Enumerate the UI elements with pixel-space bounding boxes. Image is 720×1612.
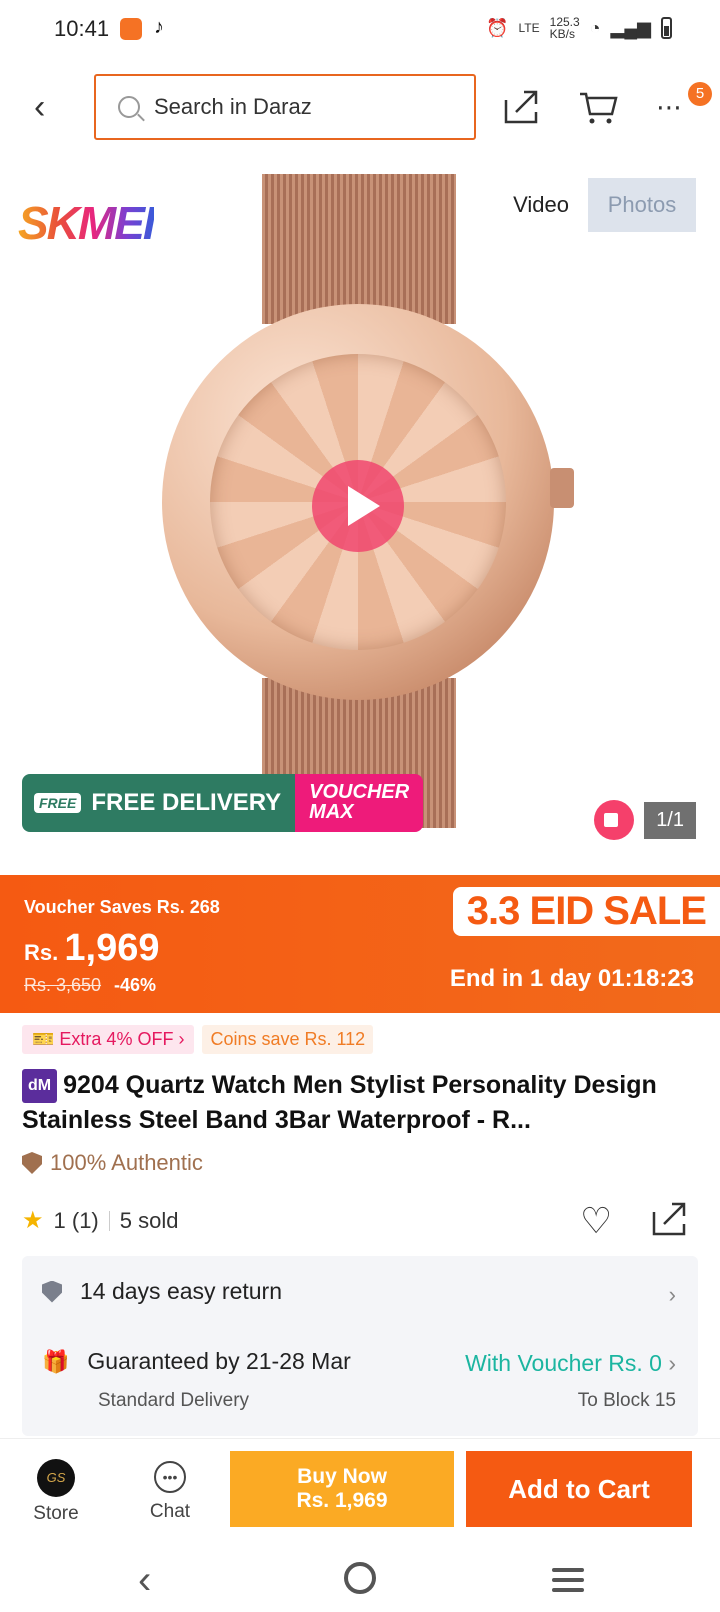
search-icon — [118, 96, 140, 118]
battery-icon — [661, 17, 672, 39]
back-arrow-icon[interactable]: ‹ — [34, 90, 45, 124]
system-nav-bar: ‹ — [0, 1548, 720, 1612]
daraz-app-icon — [120, 18, 142, 40]
store-avatar: GS — [37, 1459, 75, 1497]
ticket-icon: 🎫 — [32, 1029, 60, 1049]
delivery-type: Standard Delivery — [98, 1390, 250, 1411]
buy-now-button[interactable]: Buy Now Rs. 1,969 — [230, 1451, 454, 1527]
share-icon[interactable] — [502, 86, 542, 126]
delivery-voucher[interactable]: With Voucher Rs. 0 › — [465, 1350, 676, 1377]
signal-icon: ▂▄▆ — [610, 17, 651, 38]
image-counter: 1/1 — [644, 801, 696, 839]
watch-strap-top — [262, 174, 456, 324]
current-price: Rs. 1,969 — [24, 927, 159, 970]
tiktok-icon: ♪ — [154, 16, 164, 38]
free-delivery-label: FREE DELIVERY — [91, 789, 282, 816]
buy-now-price: Rs. 1,969 — [296, 1489, 388, 1512]
promo-banner: FREE FREE DELIVERY VOUCHER MAX — [22, 774, 424, 832]
nav-menu-icon[interactable] — [552, 1568, 584, 1598]
chat-icon: ••• — [154, 1461, 186, 1493]
store-button[interactable]: GS Store — [30, 1459, 82, 1525]
voucher-label: VOUCHER — [309, 781, 410, 803]
original-price: Rs. 3,650 — [24, 975, 102, 995]
guarantee-label: Guaranteed by 21-28 Mar — [87, 1348, 351, 1374]
delivery-location: To Block 15 — [577, 1390, 676, 1411]
add-to-cart-button[interactable]: Add to Cart — [466, 1451, 692, 1527]
cart-icon[interactable] — [578, 86, 618, 126]
currency: Rs. — [24, 940, 59, 965]
status-time: 10:41 — [54, 16, 110, 41]
voucher-max-label: MAX — [309, 801, 354, 823]
watch-crown — [550, 468, 574, 508]
status-bar: 10:41 ♪ ⏰ LTE 125.3 KB/s ◔ ▂▄▆ — [0, 0, 720, 62]
return-shield-icon — [42, 1280, 62, 1303]
star-icon: ★ — [22, 1207, 44, 1234]
authentic-label: 100% Authentic — [50, 1150, 203, 1175]
sale-banner: Voucher Saves Rs. 268 Rs. 1,969 Rs. 3,65… — [0, 875, 720, 1013]
tab-video[interactable]: Video — [494, 178, 588, 232]
lte-indicator: LTE — [518, 21, 540, 35]
chat-label: Chat — [149, 1501, 191, 1522]
brand-logo: SKMEI — [18, 197, 156, 249]
offer-tags: 🎫 Extra 4% OFF › Coins save Rs. 112 — [22, 1025, 374, 1054]
top-bar: ‹ Search in Daraz — [0, 72, 720, 142]
delivery-row[interactable]: 🎁 Guaranteed by 21-28 Mar — [42, 1348, 351, 1375]
nav-home-icon[interactable] — [344, 1562, 376, 1594]
voucher-saves: Voucher Saves Rs. 268 — [24, 897, 220, 917]
divider — [108, 1210, 110, 1231]
rating-row[interactable]: ★ 1 (1) 5 sold — [22, 1206, 178, 1235]
buy-now-label: Buy Now — [297, 1465, 387, 1488]
product-title: dM 9204 Quartz Watch Men Stylist Personal… — [22, 1068, 702, 1137]
price-value: 1,969 — [64, 927, 160, 969]
shield-icon — [22, 1152, 42, 1174]
product-title-text: 9204 Quartz Watch Men Stylist Personalit… — [22, 1071, 657, 1134]
truck-icon: FREE — [34, 793, 82, 813]
chevron-right-icon[interactable]: › — [669, 1282, 676, 1308]
eid-sale-badge: 3.3 EID SALE — [452, 887, 720, 936]
media-tabs: Video Photos — [494, 178, 696, 232]
return-policy-row[interactable]: 14 days easy return — [42, 1278, 282, 1305]
countdown: End in 1 day 01:18:23 — [449, 965, 694, 992]
voucher-label: With Voucher Rs. 0 — [465, 1350, 662, 1376]
cart-badge: 5 — [688, 82, 712, 106]
net-speed: 125.3 KB/s — [549, 15, 580, 41]
gift-box-icon: 🎁 — [42, 1348, 70, 1374]
search-placeholder: Search in Daraz — [154, 94, 312, 119]
video-camera-icon[interactable] — [594, 800, 635, 840]
wifi-icon: ◔ — [589, 17, 601, 38]
bottom-action-bar: GS Store ••• Chat Buy Now Rs. 1,969 Add … — [0, 1438, 720, 1548]
chevron-right-icon: › — [668, 1350, 676, 1376]
rating-value: 1 (1) — [53, 1207, 99, 1233]
service-info-card: 14 days easy return › 🎁 Guaranteed by 21… — [22, 1256, 698, 1436]
share-product-icon[interactable] — [650, 1198, 690, 1238]
product-gallery[interactable]: SKMEI Video Photos FREE FREE DELIVERY VO… — [0, 168, 720, 858]
discount-percent: -46% — [114, 975, 157, 995]
gallery-counter: 1/1 — [594, 800, 696, 840]
extra-off-label: Extra 4% OFF — [59, 1029, 174, 1049]
coins-tag: Coins save Rs. 112 — [202, 1025, 374, 1054]
nav-back-icon[interactable]: ‹ — [138, 1558, 151, 1603]
status-icons: ⏰ LTE 125.3 KB/s ◔ ▂▄▆ — [486, 16, 672, 40]
sold-count: 5 sold — [119, 1207, 179, 1233]
return-label: 14 days easy return — [80, 1278, 283, 1304]
alarm-icon: ⏰ — [486, 17, 509, 38]
free-delivery-badge: FREE FREE DELIVERY — [22, 774, 296, 832]
tab-photos[interactable]: Photos — [588, 178, 696, 232]
more-icon[interactable]: ⋯ — [656, 92, 684, 123]
search-input[interactable]: Search in Daraz — [94, 74, 476, 140]
voucher-max-badge: VOUCHER MAX — [295, 774, 424, 832]
play-video-button[interactable] — [312, 460, 404, 552]
store-label: Store — [33, 1503, 79, 1524]
wishlist-heart-icon[interactable]: ♡ — [580, 1200, 612, 1242]
authentic-badge: 100% Authentic — [22, 1150, 203, 1176]
extra-off-tag[interactable]: 🎫 Extra 4% OFF › — [22, 1025, 195, 1054]
dm-badge: dM — [22, 1069, 58, 1103]
chat-button[interactable]: ••• Chat — [142, 1459, 198, 1523]
